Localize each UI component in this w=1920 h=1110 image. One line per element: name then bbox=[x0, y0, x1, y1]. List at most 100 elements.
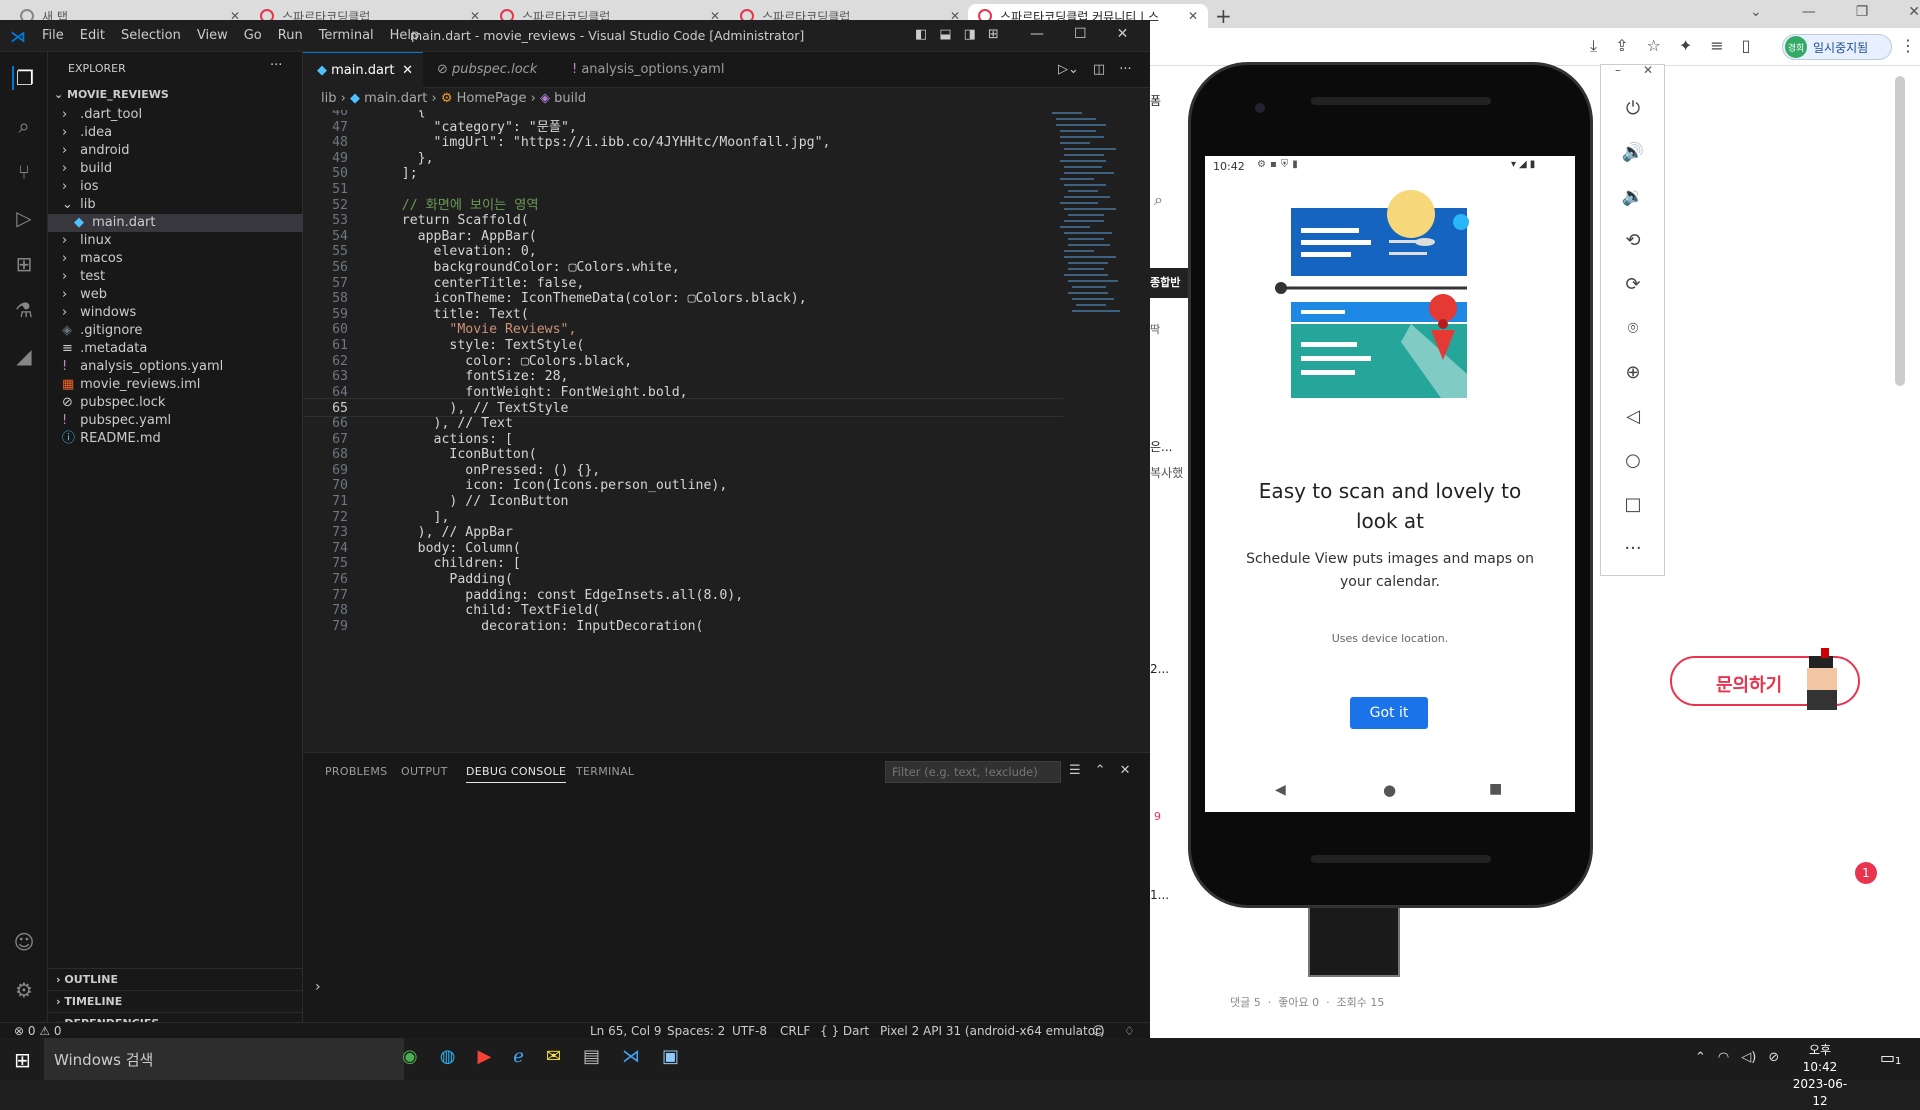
notification-icon[interactable]: ▭ bbox=[1880, 1048, 1895, 1067]
encoding[interactable]: UTF-8 bbox=[732, 1023, 767, 1039]
tree-item[interactable]: › macos bbox=[48, 250, 303, 268]
menu-terminal[interactable]: Terminal bbox=[319, 28, 374, 43]
tab-main-dart[interactable]: ◆ main.dart ✕ bbox=[303, 52, 423, 88]
new-tab-button[interactable]: + bbox=[1215, 4, 1232, 28]
code-editor[interactable]: 46 {47 "category": "문폴", 48 "imgUrl": "ht… bbox=[303, 110, 1063, 752]
edge-icon[interactable]: ◍ bbox=[440, 1046, 456, 1067]
download-icon[interactable]: ⤓ bbox=[1590, 36, 1597, 56]
minimize-icon[interactable]: — bbox=[1030, 26, 1044, 42]
scrollbar[interactable] bbox=[1895, 76, 1905, 386]
menu-edit[interactable]: Edit bbox=[80, 28, 105, 43]
minimize-icon[interactable]: — bbox=[1802, 4, 1816, 20]
ie-icon[interactable]: ℯ bbox=[513, 1046, 524, 1067]
tree-item[interactable]: › windows bbox=[48, 304, 303, 322]
extensions-icon[interactable]: ⊞ bbox=[12, 252, 36, 276]
vscode-icon[interactable]: ⋊ bbox=[622, 1046, 640, 1067]
power-icon[interactable]: ⏻ bbox=[1621, 97, 1645, 121]
source-control-icon[interactable]: ⑂ bbox=[12, 160, 36, 184]
more-icon[interactable]: ··· bbox=[1621, 537, 1645, 561]
tree-item[interactable]: ≡ .metadata bbox=[48, 340, 303, 358]
outline-section[interactable]: › OUTLINE bbox=[48, 968, 303, 990]
restore-icon[interactable]: ❐ bbox=[1856, 4, 1869, 20]
clear-console-icon[interactable]: ☰ bbox=[1069, 763, 1081, 778]
tab-debug-console[interactable]: DEBUG CONSOLE bbox=[466, 765, 567, 783]
back-icon[interactable]: ◀ bbox=[1275, 782, 1286, 798]
breadcrumb-file[interactable]: main.dart bbox=[364, 91, 427, 106]
tree-item[interactable]: › .dart_tool bbox=[48, 106, 303, 124]
tree-item[interactable]: ⌄ lib bbox=[48, 196, 303, 214]
split-editor-icon[interactable]: ◫ bbox=[1093, 62, 1105, 77]
tree-item[interactable]: › linux bbox=[48, 232, 303, 250]
youtube-icon[interactable]: ▶ bbox=[477, 1046, 491, 1067]
tree-item[interactable]: › android bbox=[48, 142, 303, 160]
tab-terminal[interactable]: TERMINAL bbox=[576, 765, 634, 778]
menu-selection[interactable]: Selection bbox=[121, 28, 181, 43]
recents-icon[interactable]: ■ bbox=[1489, 781, 1502, 797]
device-selector[interactable]: Pixel 2 API 31 (android-x64 emulator) bbox=[880, 1023, 1105, 1039]
breadcrumb-class[interactable]: HomePage bbox=[457, 91, 527, 106]
tree-item[interactable]: ◈ .gitignore bbox=[48, 322, 303, 340]
emulator-screen[interactable]: 10:42 ⚙▪⛨▮ ▾◢▮ Easy to scan and lovely t… bbox=[1205, 156, 1575, 812]
chevron-right-icon[interactable]: › bbox=[315, 979, 321, 995]
chevron-up-icon[interactable]: ⌃ bbox=[1695, 1050, 1706, 1065]
close-icon[interactable]: ✕ bbox=[1117, 26, 1129, 42]
toggle-sidebar-icon[interactable]: ◧ bbox=[915, 27, 927, 42]
bell-icon[interactable]: ♢ bbox=[1124, 1023, 1135, 1039]
tree-item[interactable]: ! analysis_options.yaml bbox=[48, 358, 303, 376]
more-actions-icon[interactable]: ··· bbox=[270, 58, 282, 73]
tab-analysis-options[interactable]: ! analysis_options.yaml bbox=[558, 52, 738, 88]
chrome-icon[interactable]: ◉ bbox=[402, 1046, 418, 1067]
breadcrumb-method[interactable]: build bbox=[554, 91, 586, 106]
tree-item[interactable]: › build bbox=[48, 160, 303, 178]
account-icon[interactable]: ☺ bbox=[12, 930, 36, 954]
search-icon[interactable]: ⌕ bbox=[1154, 190, 1163, 210]
extensions-icon[interactable]: ✦ bbox=[1679, 36, 1692, 56]
got-it-button[interactable]: Got it bbox=[1350, 697, 1428, 729]
media-icon[interactable]: ≡ bbox=[1710, 36, 1723, 56]
feedback-icon[interactable]: ☺ bbox=[1092, 1023, 1105, 1039]
tab-pubspec-lock[interactable]: ⊘ pubspec.lock bbox=[423, 52, 558, 88]
volume-up-icon[interactable]: 🔊 bbox=[1621, 141, 1645, 165]
menu-run[interactable]: Run bbox=[278, 28, 303, 43]
debug-filter-input[interactable] bbox=[885, 761, 1061, 783]
tree-item[interactable]: ◆ main.dart bbox=[48, 214, 303, 232]
rotate-right-icon[interactable]: ⟳ bbox=[1621, 273, 1645, 297]
rotate-left-icon[interactable]: ⟲ bbox=[1621, 229, 1645, 253]
maximize-panel-icon[interactable]: ⌃ bbox=[1095, 763, 1106, 778]
tree-item[interactable]: › web bbox=[48, 286, 303, 304]
home-icon[interactable]: ● bbox=[1383, 781, 1396, 799]
kebab-menu-icon[interactable]: ⋮ bbox=[1900, 36, 1916, 55]
taskbar-clock[interactable]: 오후 10:42 2023-06-12 bbox=[1790, 1042, 1850, 1110]
tree-item[interactable]: ▦ movie_reviews.iml bbox=[48, 376, 303, 394]
toggle-secondary-icon[interactable]: ◨ bbox=[964, 27, 976, 42]
close-icon[interactable]: ✕ bbox=[402, 53, 413, 89]
testing-icon[interactable]: ⚗ bbox=[12, 298, 36, 322]
tree-item[interactable]: › ios bbox=[48, 178, 303, 196]
close-icon[interactable]: ✕ bbox=[1643, 63, 1653, 77]
kakaotalk-icon[interactable]: ✉ bbox=[546, 1046, 561, 1067]
camera-icon[interactable]: ⌾ bbox=[1621, 317, 1645, 341]
cursor-position[interactable]: Ln 65, Col 9 bbox=[590, 1023, 662, 1039]
share-icon[interactable]: ⇪ bbox=[1615, 36, 1628, 56]
minimap[interactable] bbox=[1048, 110, 1138, 380]
minimize-icon[interactable]: – bbox=[1615, 63, 1621, 77]
line-ending[interactable]: CRLF bbox=[780, 1023, 810, 1039]
zoom-icon[interactable]: ⊕ bbox=[1621, 361, 1645, 385]
explorer-icon[interactable]: ❐ bbox=[12, 66, 36, 90]
menu-file[interactable]: File bbox=[42, 28, 64, 43]
ime-icon[interactable]: ⊘ bbox=[1768, 1050, 1779, 1065]
explorer-icon[interactable]: ▤ bbox=[583, 1046, 600, 1067]
code-line[interactable]: 79 decoration: InputDecoration( bbox=[303, 617, 1063, 636]
tab-output[interactable]: OUTPUT bbox=[401, 765, 448, 778]
overview-icon[interactable]: □ bbox=[1621, 493, 1645, 517]
toggle-panel-icon[interactable]: ⬓ bbox=[939, 27, 951, 42]
menu-go[interactable]: Go bbox=[244, 28, 262, 43]
customize-layout-icon[interactable]: ⊞ bbox=[988, 27, 999, 42]
volume-down-icon[interactable]: 🔉 bbox=[1621, 185, 1645, 209]
tab-problems[interactable]: PROBLEMS bbox=[325, 765, 387, 778]
profile-chip[interactable]: 경희 일시중지됨 bbox=[1782, 34, 1892, 60]
close-panel-icon[interactable]: ✕ bbox=[1120, 763, 1131, 778]
windows-start-icon[interactable]: ⊞ bbox=[14, 1048, 31, 1072]
sidepanel-icon[interactable]: ▯ bbox=[1742, 36, 1751, 56]
tree-item[interactable]: ⓘ README.md bbox=[48, 430, 303, 448]
